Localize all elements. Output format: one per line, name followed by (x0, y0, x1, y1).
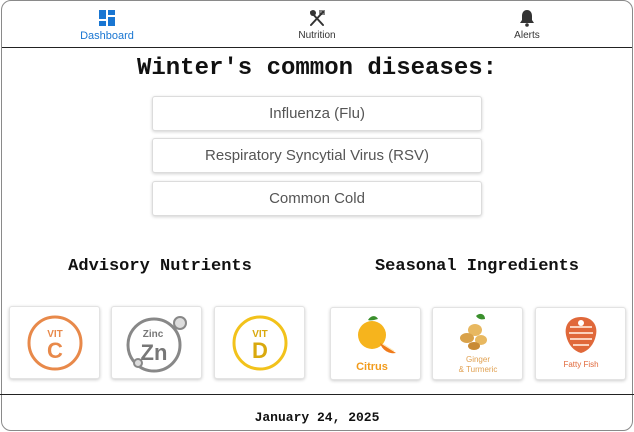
nav-nutrition[interactable]: Nutrition (212, 1, 422, 47)
disease-button-rsv[interactable]: Respiratory Syncytial Virus (RSV) (152, 138, 482, 173)
vitamin-c-letter: C (47, 338, 63, 363)
advisory-nutrients-heading: Advisory Nutrients (68, 257, 252, 276)
citrus-label: Citrus (356, 361, 388, 373)
nutrient-card-vitamin-d[interactable]: VIT D (214, 306, 305, 379)
nutrient-card-zinc[interactable]: Zinc Zn (111, 306, 202, 379)
nav-nutrition-label: Nutrition (298, 30, 336, 41)
nav-alerts-label: Alerts (514, 30, 540, 41)
nav-dashboard-label: Dashboard (80, 30, 134, 42)
vitamin-c-icon: VIT C (27, 315, 82, 370)
footer-date: January 24, 2025 (254, 410, 380, 425)
dashboard-icon (98, 9, 116, 27)
citrus-icon: Citrus (356, 315, 396, 373)
zinc-letter: Zn (140, 340, 167, 365)
vitamin-d-letter: D (252, 338, 268, 363)
page-title: Winter's common diseases: (136, 55, 498, 82)
footer-divider (0, 394, 634, 395)
nav-dashboard[interactable]: Dashboard (2, 1, 212, 47)
seasonal-ingredients-heading: Seasonal Ingredients (374, 257, 580, 276)
ginger-label-line2: & Turmeric (458, 365, 497, 374)
nav-alerts[interactable]: Alerts (422, 1, 632, 47)
fatty-fish-label: Fatty Fish (563, 360, 598, 369)
zinc-top: Zinc (142, 329, 163, 340)
ingredient-card-ginger-turmeric[interactable]: Ginger & Turmeric (432, 307, 523, 380)
top-nav: Dashboard Nutrition Alerts (2, 1, 632, 48)
utensils-icon (308, 9, 326, 27)
vitamin-d-icon: VIT D (232, 315, 287, 370)
zinc-icon: Zinc Zn (126, 315, 187, 372)
bell-icon (518, 9, 536, 27)
ginger-turmeric-icon: Ginger & Turmeric (458, 313, 497, 374)
disease-button-cold[interactable]: Common Cold (152, 181, 482, 216)
disease-button-flu[interactable]: Influenza (Flu) (152, 96, 482, 131)
ingredient-card-citrus[interactable]: Citrus (330, 307, 421, 380)
ingredient-card-fatty-fish[interactable]: Fatty Fish (535, 307, 626, 380)
fatty-fish-icon: Fatty Fish (563, 316, 598, 369)
ginger-label-line1: Ginger (465, 355, 489, 364)
nutrient-card-vitamin-c[interactable]: VIT C (9, 306, 100, 379)
